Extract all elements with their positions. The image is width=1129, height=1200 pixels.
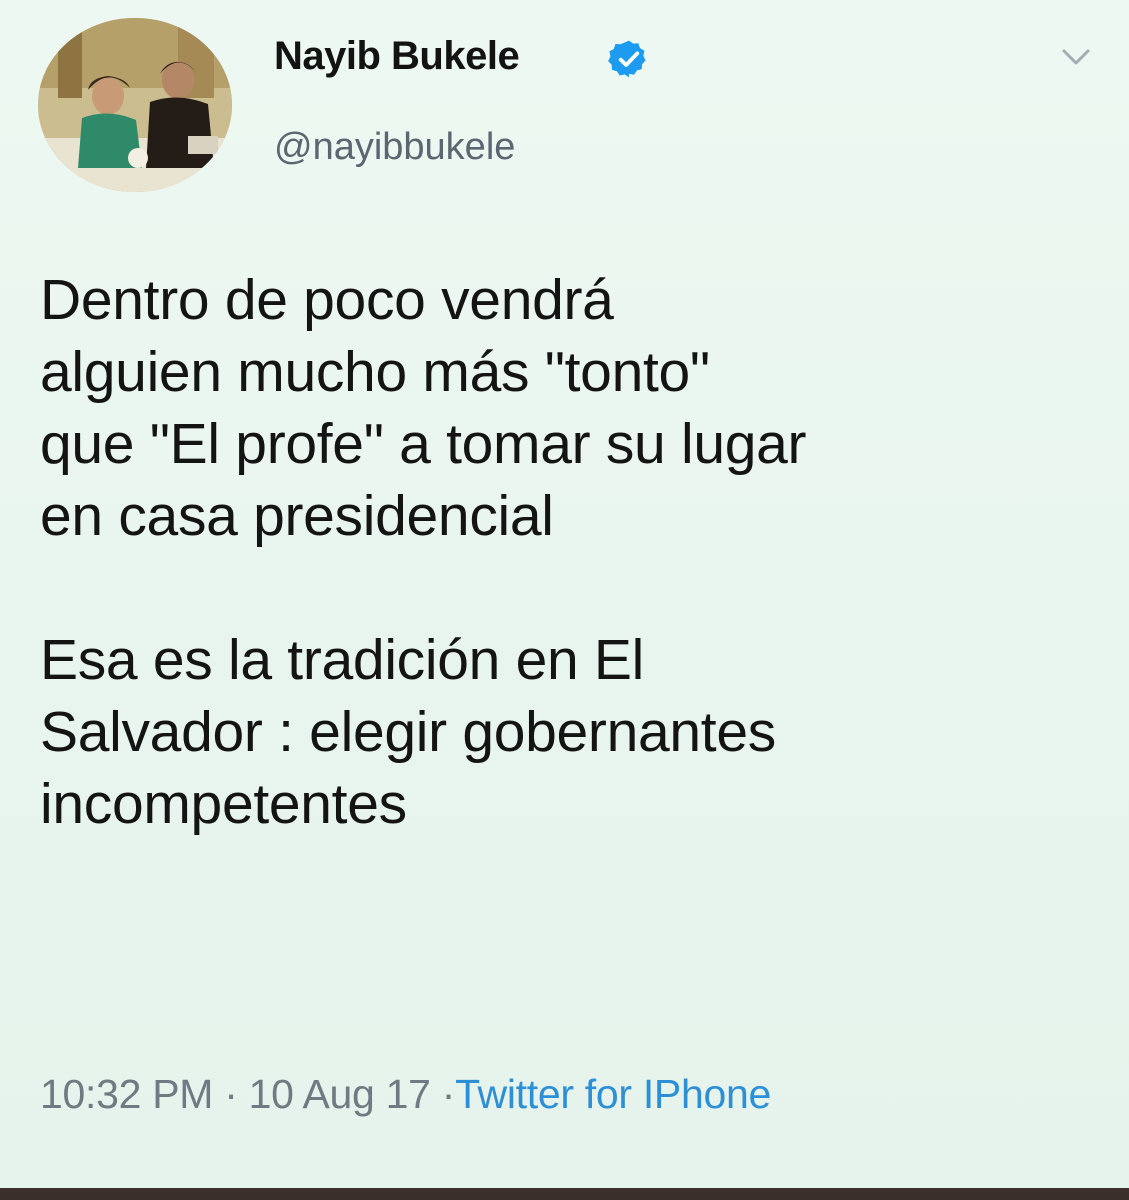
- tweet-source[interactable]: Twitter for IPhone: [455, 1071, 771, 1117]
- meta-separator: ·: [441, 1071, 456, 1117]
- chevron-down-icon[interactable]: [1060, 44, 1092, 70]
- avatar-photo: [38, 18, 232, 192]
- meta-separator: ·: [224, 1071, 238, 1117]
- tweet-time[interactable]: 10:32 PM: [40, 1071, 213, 1117]
- display-name[interactable]: Nayib Bukele: [274, 36, 520, 76]
- tweet-date[interactable]: 10 Aug 17: [249, 1071, 431, 1117]
- tweet-card: Nayib Bukele @nayibbukele Dentro de poco…: [0, 0, 1129, 1188]
- avatar[interactable]: [38, 18, 232, 192]
- verified-badge-icon: [608, 40, 646, 78]
- tweet-meta: 10:32 PM · 10 Aug 17 ·Twitter for IPhone: [40, 1074, 771, 1115]
- tweet-text: Dentro de poco vendrá alguien mucho más …: [40, 268, 807, 836]
- bottom-edge: [0, 1188, 1129, 1200]
- user-handle[interactable]: @nayibbukele: [274, 128, 515, 166]
